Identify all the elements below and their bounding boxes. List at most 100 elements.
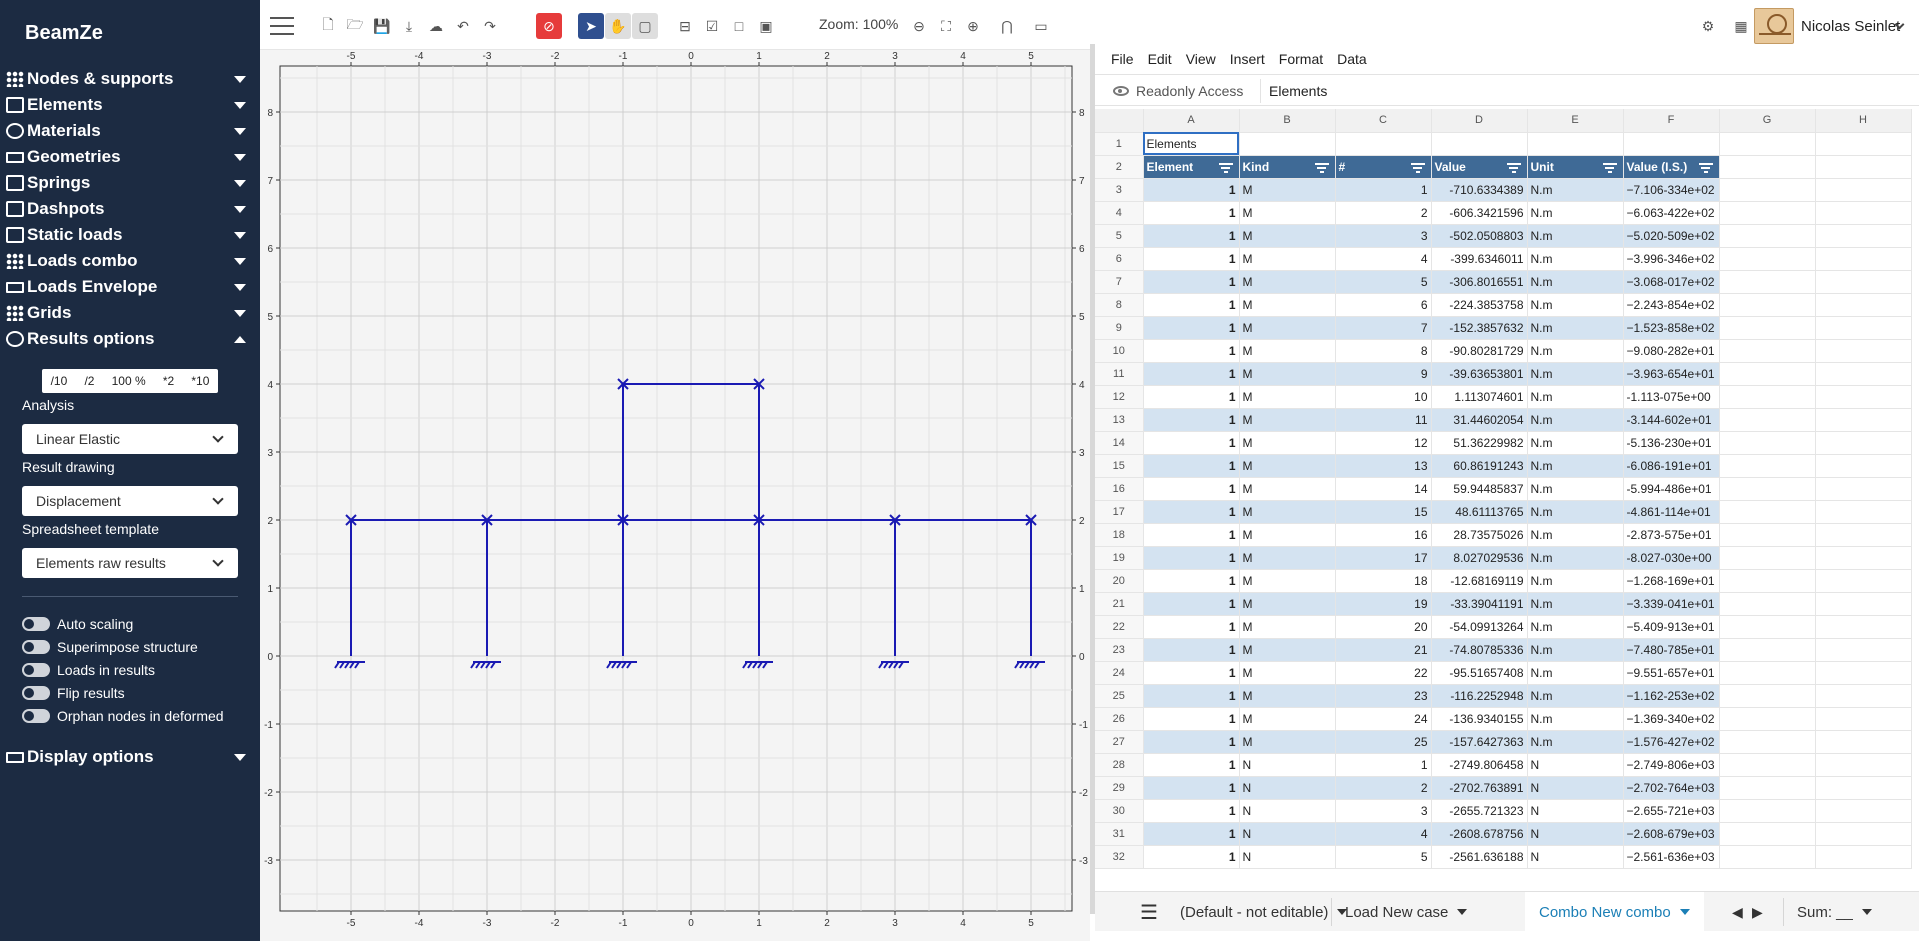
empty-cell[interactable] xyxy=(1527,132,1624,156)
value-si-cell[interactable]: -3.144‑602e+01 xyxy=(1623,408,1720,432)
empty-cell[interactable] xyxy=(1815,132,1912,156)
hamburger-menu-icon[interactable] xyxy=(270,17,294,35)
value-si-cell[interactable]: −9.080‑282e+01 xyxy=(1623,339,1720,363)
element-cell[interactable]: 1 xyxy=(1143,178,1240,202)
row-header[interactable]: 29 xyxy=(1095,776,1144,800)
value-cell[interactable]: 28.73575026 xyxy=(1431,523,1528,547)
element-cell[interactable]: 1 xyxy=(1143,845,1240,869)
value-si-cell[interactable]: −2.561‑636e+03 xyxy=(1623,845,1720,869)
empty-cell[interactable] xyxy=(1815,546,1912,570)
sidebar-item-springs[interactable]: Springs xyxy=(0,170,260,196)
stop-icon[interactable]: ⊘ xyxy=(536,13,562,39)
open-folder-icon[interactable]: 🗁 xyxy=(342,13,368,39)
empty-cell[interactable] xyxy=(1719,431,1816,455)
corner-cell[interactable] xyxy=(1095,109,1144,133)
value-si-cell[interactable]: −1.162‑253e+02 xyxy=(1623,684,1720,708)
sidebar-item-elements[interactable]: Elements xyxy=(0,92,260,118)
value-cell[interactable]: -306.8016551 xyxy=(1431,270,1528,294)
unit-cell[interactable]: N.m xyxy=(1527,224,1624,248)
value-cell[interactable]: -74.80785336 xyxy=(1431,638,1528,662)
index-cell[interactable]: 1 xyxy=(1335,178,1432,202)
next-sheet-icon[interactable]: ▶ xyxy=(1752,892,1763,932)
sidebar-item-dashpots[interactable]: Dashpots xyxy=(0,196,260,222)
value-si-cell[interactable]: −3.339‑041e+01 xyxy=(1623,592,1720,616)
empty-cell[interactable] xyxy=(1719,224,1816,248)
empty-cell[interactable] xyxy=(1335,132,1432,156)
sidebar-item-nodes-supports[interactable]: Nodes & supports xyxy=(0,66,260,92)
element-cell[interactable]: 1 xyxy=(1143,431,1240,455)
value-cell[interactable]: 60.86191243 xyxy=(1431,454,1528,478)
empty-cell[interactable] xyxy=(1815,155,1912,179)
empty-cell[interactable] xyxy=(1815,362,1912,386)
value-cell[interactable]: -39.63653801 xyxy=(1431,362,1528,386)
filter-icon[interactable] xyxy=(1218,162,1233,173)
value-si-cell[interactable]: −2.702‑764e+03 xyxy=(1623,776,1720,800)
row-header[interactable]: 5 xyxy=(1095,224,1144,248)
index-cell[interactable]: 5 xyxy=(1335,845,1432,869)
redo-icon[interactable]: ↷ xyxy=(477,13,503,39)
minus-square-icon[interactable]: ⊟ xyxy=(672,13,698,39)
value-cell[interactable]: -2749.806458 xyxy=(1431,753,1528,777)
element-cell[interactable]: 1 xyxy=(1143,730,1240,754)
empty-cell[interactable] xyxy=(1815,339,1912,363)
user-name[interactable]: Nicolas Seinlet xyxy=(1801,18,1900,35)
structure-canvas[interactable]: -5 -5 -4 -4 -3 -3 -2 -2 -1 -1 0 0 1 1 2 2 3 3 4 4 5 5 8 8 7 7 6 6 5 5… xyxy=(260,50,1090,941)
combo-dropdown[interactable]: Combo New combo xyxy=(1525,892,1704,932)
scale-div10-button[interactable]: /10 xyxy=(46,374,73,388)
column-header[interactable]: B xyxy=(1239,109,1336,133)
index-cell[interactable]: 14 xyxy=(1335,477,1432,501)
element-cell[interactable]: 1 xyxy=(1143,753,1240,777)
unit-cell[interactable]: N.m xyxy=(1527,569,1624,593)
scale-100-button[interactable]: 100 % xyxy=(107,374,151,388)
kind-cell[interactable]: M xyxy=(1239,730,1336,754)
kind-cell[interactable]: M xyxy=(1239,707,1336,731)
sidebar-item-loads-combo[interactable]: Loads combo xyxy=(0,248,260,274)
sheets-menu-icon[interactable]: ☰ xyxy=(1140,892,1158,932)
column-header[interactable]: E xyxy=(1527,109,1624,133)
kind-cell[interactable]: M xyxy=(1239,500,1336,524)
pan-hand-icon[interactable]: ✋ xyxy=(605,13,631,39)
empty-cell[interactable] xyxy=(1815,684,1912,708)
box-select-icon[interactable]: ▢ xyxy=(632,13,658,39)
empty-cell[interactable] xyxy=(1815,845,1912,869)
sheet-grid[interactable]: A B C D E F G H 1 Elements 2 Element Kind # Va… xyxy=(1095,109,1919,879)
element-cell[interactable]: 1 xyxy=(1143,385,1240,409)
empty-cell[interactable] xyxy=(1815,454,1912,478)
value-cell[interactable]: -2702.763891 xyxy=(1431,776,1528,800)
row-header[interactable]: 2 xyxy=(1095,155,1144,179)
value-si-cell[interactable]: -5.136‑230e+01 xyxy=(1623,431,1720,455)
unit-cell[interactable]: N.m xyxy=(1527,638,1624,662)
empty-cell[interactable] xyxy=(1719,454,1816,478)
sidebar-item-static-loads[interactable]: Static loads xyxy=(0,222,260,248)
index-cell[interactable]: 23 xyxy=(1335,684,1432,708)
empty-cell[interactable] xyxy=(1815,500,1912,524)
row-header[interactable]: 24 xyxy=(1095,661,1144,685)
value-cell[interactable]: -2608.678756 xyxy=(1431,822,1528,846)
kind-cell[interactable]: M xyxy=(1239,569,1336,593)
element-cell[interactable]: 1 xyxy=(1143,339,1240,363)
sidebar-item-loads-envelope[interactable]: Loads Envelope xyxy=(0,274,260,300)
apps-grid-icon[interactable]: ▦ xyxy=(1728,13,1754,39)
row-header[interactable]: 13 xyxy=(1095,408,1144,432)
kind-cell[interactable]: M xyxy=(1239,385,1336,409)
kind-cell[interactable]: M xyxy=(1239,408,1336,432)
index-cell[interactable]: 3 xyxy=(1335,224,1432,248)
index-cell[interactable]: 13 xyxy=(1335,454,1432,478)
row-header[interactable]: 3 xyxy=(1095,178,1144,202)
scale-div2-button[interactable]: /2 xyxy=(79,374,99,388)
empty-cell[interactable] xyxy=(1719,132,1816,156)
empty-cell[interactable] xyxy=(1815,316,1912,340)
value-si-cell[interactable]: −7.106‑334e+02 xyxy=(1623,178,1720,202)
kind-cell[interactable]: M xyxy=(1239,316,1336,340)
prev-sheet-icon[interactable]: ◀ xyxy=(1732,892,1743,932)
element-cell[interactable]: 1 xyxy=(1143,569,1240,593)
unit-cell[interactable]: N.m xyxy=(1527,339,1624,363)
value-cell[interactable]: -606.3421596 xyxy=(1431,201,1528,225)
sidebar-item-results-options[interactable]: Results options xyxy=(0,326,260,352)
value-cell[interactable]: -502.0508803 xyxy=(1431,224,1528,248)
kind-cell[interactable]: M xyxy=(1239,431,1336,455)
empty-cell[interactable] xyxy=(1719,385,1816,409)
sidebar-item-geometries[interactable]: Geometries xyxy=(0,144,260,170)
unit-cell[interactable]: N xyxy=(1527,776,1624,800)
element-cell[interactable]: 1 xyxy=(1143,684,1240,708)
